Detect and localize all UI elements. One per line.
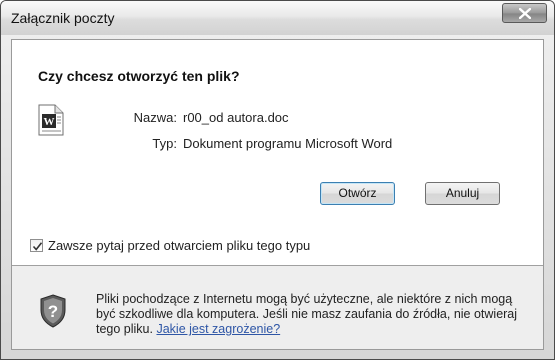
security-shield-icon: ? bbox=[39, 294, 67, 332]
warning-footer: ? Pliki pochodzące z Internetu mogą być … bbox=[12, 266, 543, 349]
warning-text: Pliki pochodzące z Internetu mogą być uż… bbox=[96, 292, 528, 337]
dialog-window: Załącznik poczty Czy chcesz otworzyć ten… bbox=[0, 0, 555, 360]
close-button[interactable] bbox=[502, 3, 547, 23]
question-heading: Czy chcesz otworzyć ten plik? bbox=[38, 68, 240, 84]
file-type-label: Typ: bbox=[152, 136, 177, 151]
file-name-value: r00_od autora.doc bbox=[183, 110, 289, 125]
always-ask-label[interactable]: Zawsze pytaj przed otwarciem pliku tego … bbox=[48, 238, 310, 253]
window-title: Załącznik poczty bbox=[11, 10, 115, 26]
open-button[interactable]: Otwórz bbox=[320, 182, 395, 205]
file-type-value: Dokument programu Microsoft Word bbox=[183, 136, 393, 151]
title-bar[interactable]: Załącznik poczty bbox=[1, 1, 554, 35]
word-document-icon: W bbox=[38, 104, 64, 140]
checkmark-icon bbox=[32, 242, 43, 251]
svg-text:W: W bbox=[44, 116, 55, 128]
risk-info-link[interactable]: Jakie jest zagrożenie? bbox=[156, 322, 280, 336]
dialog-content: Czy chcesz otworzyć ten plik? W Nazwa: r… bbox=[11, 39, 544, 350]
close-icon bbox=[519, 8, 531, 19]
always-ask-checkbox[interactable] bbox=[30, 239, 43, 252]
cancel-button[interactable]: Anuluj bbox=[425, 182, 500, 205]
svg-text:?: ? bbox=[48, 302, 58, 321]
file-name-label: Nazwa: bbox=[133, 110, 177, 125]
